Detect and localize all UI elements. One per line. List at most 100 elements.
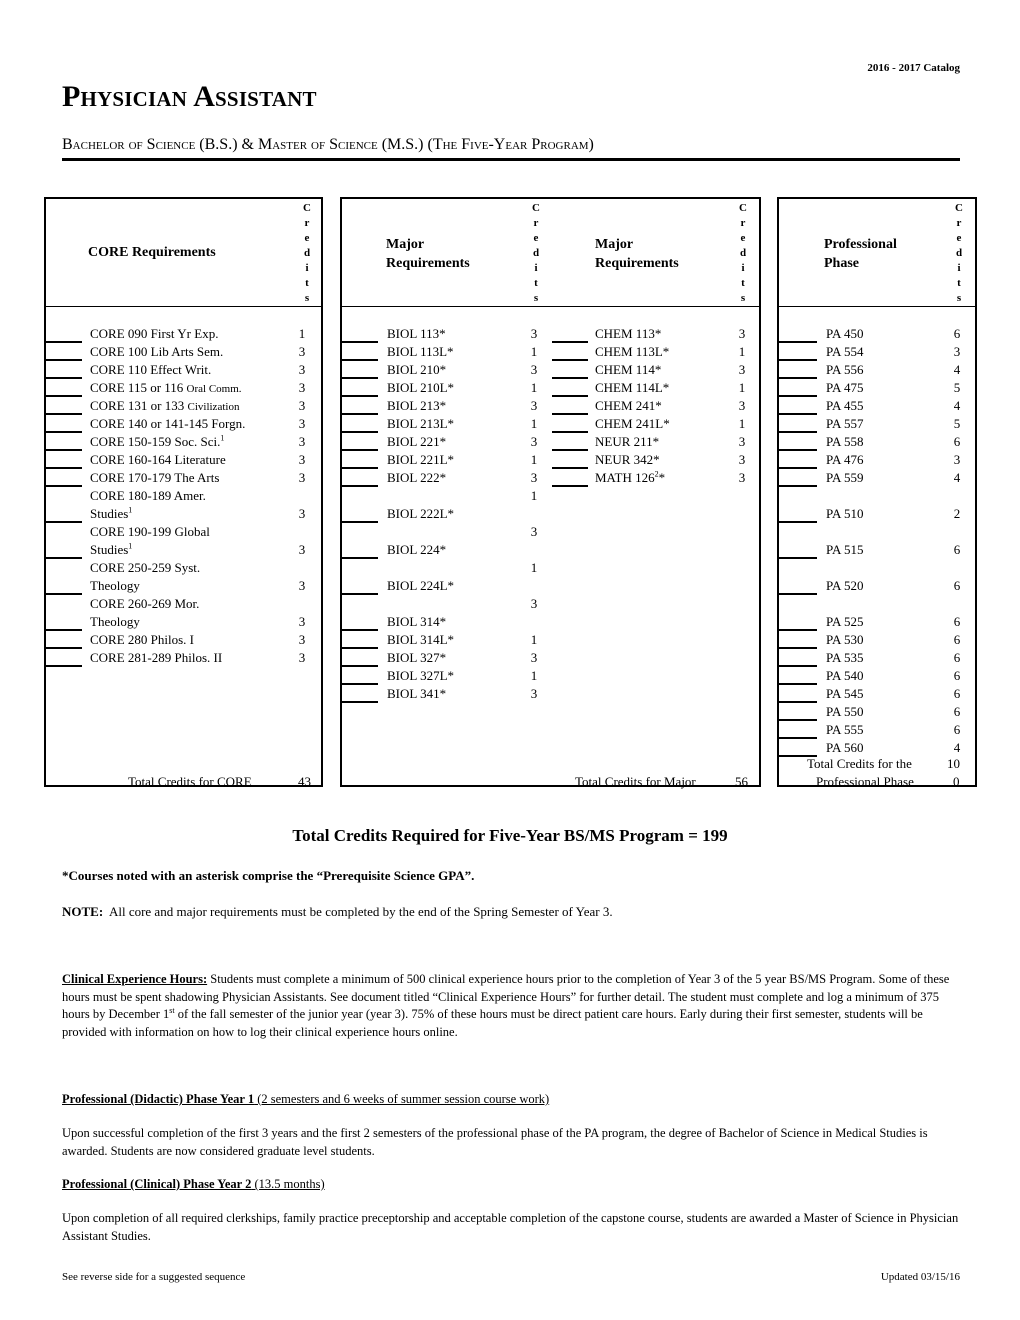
- course-name-text: CORE 100 Lib Arts Sem.: [90, 344, 224, 359]
- course-name: BIOL 224*: [387, 541, 446, 559]
- course-credits: 6: [953, 578, 961, 593]
- course-name: PA 530: [826, 631, 863, 649]
- course-credits: 3: [738, 398, 746, 413]
- course-credits: 3: [530, 596, 538, 611]
- biology-course-row: BIOL 224L* 1: [342, 560, 759, 595]
- credits-header-letter: d: [303, 247, 311, 259]
- credits-header-letter: d: [739, 247, 747, 259]
- course-credits: 3: [298, 650, 306, 665]
- completion-checkline[interactable]: [552, 485, 588, 487]
- biology-course-row: BIOL 314* 3: [342, 596, 759, 631]
- course-name-text: MATH 126: [595, 470, 655, 485]
- credits-column-header: Credits: [737, 201, 749, 306]
- footer-reverse-note: See reverse side for a suggested sequenc…: [62, 1271, 246, 1283]
- course-name: BIOL 327*: [387, 649, 446, 667]
- course-credits: 5: [953, 416, 961, 431]
- course-name-text: PA 450: [826, 326, 864, 341]
- course-credits: 3: [738, 452, 746, 467]
- professional-course-row: PA 475 5: [779, 379, 975, 397]
- completion-checkline[interactable]: [779, 485, 817, 487]
- course-name-text: PA 556: [826, 362, 864, 377]
- chemistry-course-row: CHEM 241* 3: [342, 397, 759, 415]
- chemistry-course-row: CHEM 241L* 1: [342, 415, 759, 433]
- credits-header-letter: i: [305, 262, 309, 274]
- program-total-credits: Total Credits Required for Five-Year BS/…: [292, 826, 728, 845]
- core-course-row: CORE 115 or 116 Oral Comm. 3: [46, 379, 321, 397]
- course-name: PA 556: [826, 361, 863, 379]
- professional-heading-line1: Professional: [824, 237, 897, 252]
- core-course-row: CORE 150-159 Soc. Sci.1 3: [46, 433, 321, 451]
- course-credits: 3: [530, 650, 538, 665]
- course-credits: 1: [738, 344, 746, 359]
- major-heading-biology: Major Requirements: [386, 235, 470, 273]
- course-name: BIOL 327L*: [387, 667, 454, 685]
- course-name-text: PA 530: [826, 632, 864, 647]
- course-name-text: PA 545: [826, 686, 864, 701]
- core-course-row: CORE 180-189 Amer. Studies1 3: [46, 487, 321, 523]
- course-name-text: PA 520: [826, 578, 864, 593]
- course-name-text: PA 455: [826, 398, 864, 413]
- core-course-row: CORE 090 First Yr Exp. 1: [46, 325, 321, 343]
- core-course-row: CORE 250-259 Syst. Theology 3: [46, 559, 321, 595]
- credits-header-letter: s: [533, 292, 539, 304]
- clinical-phase-heading: Professional (Clinical) Phase Year 2: [62, 1177, 252, 1191]
- course-name-line2: Studies1: [90, 505, 206, 523]
- professional-course-row: PA 545 6: [779, 685, 975, 703]
- course-credits: 3: [953, 344, 961, 359]
- credits-header-letter: t: [305, 277, 309, 289]
- course-credits: 5: [953, 380, 961, 395]
- major-total-value: 56: [735, 774, 748, 789]
- course-credits: 3: [298, 632, 306, 647]
- completion-checkline[interactable]: [46, 665, 82, 667]
- course-name: PA 540: [826, 667, 863, 685]
- professional-course-row: PA 540 6: [779, 667, 975, 685]
- major-heading-chemistry: Major Requirements: [595, 235, 679, 273]
- completion-checkline[interactable]: [342, 593, 378, 595]
- course-credits: 3: [298, 452, 306, 467]
- course-name: BIOL 314L*: [387, 631, 454, 649]
- credits-column-header: Credits: [530, 201, 542, 306]
- didactic-heading-note: (2 semesters and 6 weeks of summer sessi…: [254, 1092, 550, 1106]
- course-credits: 6: [953, 704, 961, 719]
- clinical-phase-text: Upon completion of all required clerkshi…: [62, 1211, 959, 1243]
- credits-header-letter: i: [534, 262, 538, 274]
- course-credits: 6: [953, 722, 961, 737]
- course-name: PA 535: [826, 649, 863, 667]
- course-name-text: PA 540: [826, 668, 864, 683]
- course-name-text: PA 557: [826, 416, 864, 431]
- course-name-text: BIOL 314*: [387, 614, 447, 629]
- course-name: CORE 131 or 133 Civilization: [90, 397, 239, 416]
- completion-checkline[interactable]: [779, 557, 817, 559]
- chemistry-course-row: CHEM 114L* 1: [342, 379, 759, 397]
- credits-header-letter: C: [955, 202, 963, 214]
- course-name: PA 525: [826, 613, 863, 631]
- course-name: CORE 281-289 Philos. II: [90, 649, 222, 667]
- course-credits: 6: [953, 542, 961, 557]
- credits-header-letter: C: [532, 202, 540, 214]
- completion-checkline[interactable]: [342, 701, 378, 703]
- completion-checkline[interactable]: [779, 593, 817, 595]
- course-name-line2: Studies1: [90, 541, 210, 559]
- professional-course-row: PA 555 6: [779, 721, 975, 739]
- course-name: PA 510: [826, 505, 863, 523]
- course-name: PA 550: [826, 703, 863, 721]
- course-name-text: CORE 110 Effect Writ.: [90, 362, 212, 377]
- course-name: CORE 150-159 Soc. Sci.1: [90, 433, 224, 451]
- completion-checkline[interactable]: [342, 557, 378, 559]
- course-name-text: BIOL 341*: [387, 686, 447, 701]
- course-credits: 1: [530, 560, 538, 575]
- course-credits: 3: [298, 434, 306, 449]
- chemistry-course-row: NEUR 342* 3: [342, 451, 759, 469]
- course-credits: 6: [953, 632, 961, 647]
- title-divider: [62, 158, 960, 161]
- course-name-text: BIOL 224*: [387, 542, 447, 557]
- completion-checkline[interactable]: [342, 521, 378, 523]
- clinical-hours-heading: Clinical Experience Hours:: [62, 972, 208, 986]
- core-course-row: CORE 160-164 Literature 3: [46, 451, 321, 469]
- completion-checkline[interactable]: [779, 521, 817, 523]
- course-name: PA 555: [826, 721, 863, 739]
- course-name: BIOL 222L*: [387, 505, 454, 523]
- major-heading-line2: Requirements: [386, 256, 470, 271]
- course-name-text: PA 550: [826, 704, 864, 719]
- credits-header-letter: e: [956, 232, 962, 244]
